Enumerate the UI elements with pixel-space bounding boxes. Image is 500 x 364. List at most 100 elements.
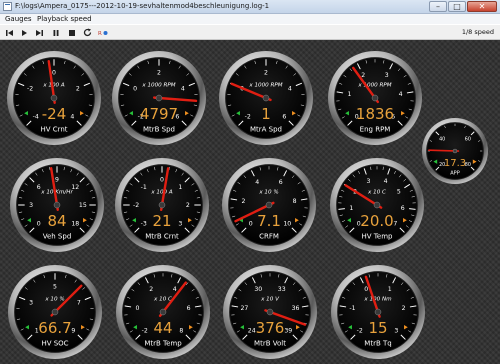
stop-button[interactable] xyxy=(66,27,77,38)
tick-label: 0 xyxy=(160,176,164,183)
menu-playback-speed[interactable]: Playback speed xyxy=(37,15,92,23)
gauge-mtrb-spd: -20246x 1000 RPM4797MtrB Spd xyxy=(112,51,206,145)
app-icon xyxy=(3,2,12,11)
gauge-mtra-spd: -20246x 1000 RPM1MtrA Spd xyxy=(219,51,313,145)
gauge-value: 66.7 xyxy=(38,319,71,337)
gauge-label: HV Temp xyxy=(362,233,393,241)
skip-back-icon xyxy=(5,29,13,36)
tick-label: 40 xyxy=(439,136,445,142)
tick-label: -2 xyxy=(245,113,251,120)
tick-label: 3 xyxy=(394,327,398,334)
loop-icon xyxy=(83,28,92,37)
tick-label: 60 xyxy=(465,136,471,142)
tick-label: 4 xyxy=(70,113,74,120)
gauge-label: MtrB Spd xyxy=(143,126,175,134)
playback-speed-label: 1/8 speed xyxy=(461,28,494,36)
gauge-label: MtrB Temp xyxy=(144,340,182,348)
tick-label: 4 xyxy=(288,85,292,92)
tick-label: 10 xyxy=(283,220,291,227)
gauge-value: 1836 xyxy=(356,105,394,123)
window-title: F:\logs\Ampera_0175---2012-10-19-sevhalt… xyxy=(15,2,270,10)
tick-label: 3 xyxy=(178,220,182,227)
tick-label: 9 xyxy=(71,327,75,334)
needle-hub xyxy=(159,308,167,316)
gauge-unit: x 100 Nm xyxy=(363,297,392,303)
play-icon xyxy=(21,29,27,36)
tick-label: 24 xyxy=(248,327,256,334)
maximize-button[interactable]: □ xyxy=(448,1,466,12)
gauge-value: -24 xyxy=(42,105,67,123)
tick-label: 6 xyxy=(282,113,286,120)
minimize-button[interactable]: – xyxy=(429,1,447,12)
tick-label: -1 xyxy=(349,305,355,312)
gauge-label: MtrB Volt xyxy=(254,340,286,348)
tick-label: 7 xyxy=(393,220,397,227)
gauge-label: MtrB Crnt xyxy=(145,233,179,241)
needle-hub xyxy=(53,201,61,209)
tick-label: -2 xyxy=(142,327,148,334)
tick-label: 6 xyxy=(279,179,283,186)
gauge-value: 1 xyxy=(261,105,271,123)
gauge-hv-soc: 13579x 10 %66.7HV SOC xyxy=(8,265,102,359)
gauge-unit: x 10 Km/Hr xyxy=(40,190,73,196)
gauge-value: 21 xyxy=(152,212,171,230)
gauge-value: 44 xyxy=(153,319,172,337)
tick-label: -2 xyxy=(133,202,139,209)
tick-label: 1 xyxy=(388,286,392,293)
tick-label: -2 xyxy=(27,85,33,92)
gauge-label: Veh Spd xyxy=(43,233,72,241)
tick-label: 15 xyxy=(79,202,87,209)
gauge-label: Eng RPM xyxy=(360,126,391,134)
tick-label: 1 xyxy=(347,91,351,98)
tick-label: 3 xyxy=(385,72,389,79)
tick-label: 2 xyxy=(264,69,268,76)
loop-button[interactable] xyxy=(82,27,93,38)
gauge-unit: x 10 C xyxy=(153,297,172,303)
menu-gauges[interactable]: Gauges xyxy=(5,15,32,23)
tick-label: 2 xyxy=(402,305,406,312)
gauge-hv-crnt: -4-2024x 100 A-24HV Crnt xyxy=(7,51,101,145)
tick-label: 3 xyxy=(29,299,33,306)
tick-label: 5 xyxy=(397,188,401,195)
gauge-unit: x 1000 RPM xyxy=(248,83,282,89)
record-button[interactable]: R xyxy=(97,27,108,38)
gauge-value: 20.0 xyxy=(360,212,393,230)
skip-back-button[interactable] xyxy=(4,27,15,38)
gauge-value: 4797 xyxy=(140,105,178,123)
gauge-unit: x 100 A xyxy=(150,190,173,196)
gauge-unit: x 1000 RPM xyxy=(141,83,175,89)
pause-button[interactable] xyxy=(50,27,61,38)
tick-label: 18 xyxy=(71,220,79,227)
tick-label: 3 xyxy=(366,178,370,185)
close-button[interactable]: ✕ xyxy=(467,1,497,12)
skip-forward-button[interactable] xyxy=(33,27,44,38)
gauge-label: HV SOC xyxy=(41,340,68,348)
tick-label: -3 xyxy=(141,220,147,227)
tick-label: 4 xyxy=(173,286,177,293)
gauge-mtrb-tq: -2 -1 0 1 2 3 x 100 Nm 15 MtrB Tq xyxy=(331,265,425,359)
gauge-label: MtrB Tq xyxy=(364,340,391,348)
tick-label: 0 xyxy=(133,85,137,92)
toolbar: R 1/8 speed xyxy=(0,25,500,40)
needle-hub xyxy=(262,94,270,102)
gauge-value: 376 xyxy=(256,319,285,337)
gauge-value: 15 xyxy=(368,319,387,337)
gauge-value: 17.3 xyxy=(444,158,466,169)
tick-label: 33 xyxy=(278,286,286,293)
tick-label: 2 xyxy=(157,69,161,76)
tick-label: 2 xyxy=(76,85,80,92)
play-button[interactable] xyxy=(18,27,29,38)
gauge-label: MtrA Spd xyxy=(250,126,282,134)
gauge-mtrb-crnt: -3 -2 -1 0 1 2 3 x 100 A 21 MtrB Crnt xyxy=(115,158,209,252)
tick-label: 36 xyxy=(292,305,300,312)
tick-label: 0 xyxy=(52,69,56,76)
tick-label: 4 xyxy=(384,178,388,185)
tick-label: 4 xyxy=(399,91,403,98)
tick-label: 7 xyxy=(77,299,81,306)
tick-label: 6 xyxy=(401,205,405,212)
tick-label: 6 xyxy=(37,184,41,191)
gauge-label: CRFM xyxy=(259,233,279,241)
gauge-mtrb-volt: 24 27 30 33 36 39 x 10 V 376 MtrB Volt xyxy=(223,265,317,359)
gauge-value: 84 xyxy=(47,212,66,230)
tick-label: 0 xyxy=(249,220,253,227)
